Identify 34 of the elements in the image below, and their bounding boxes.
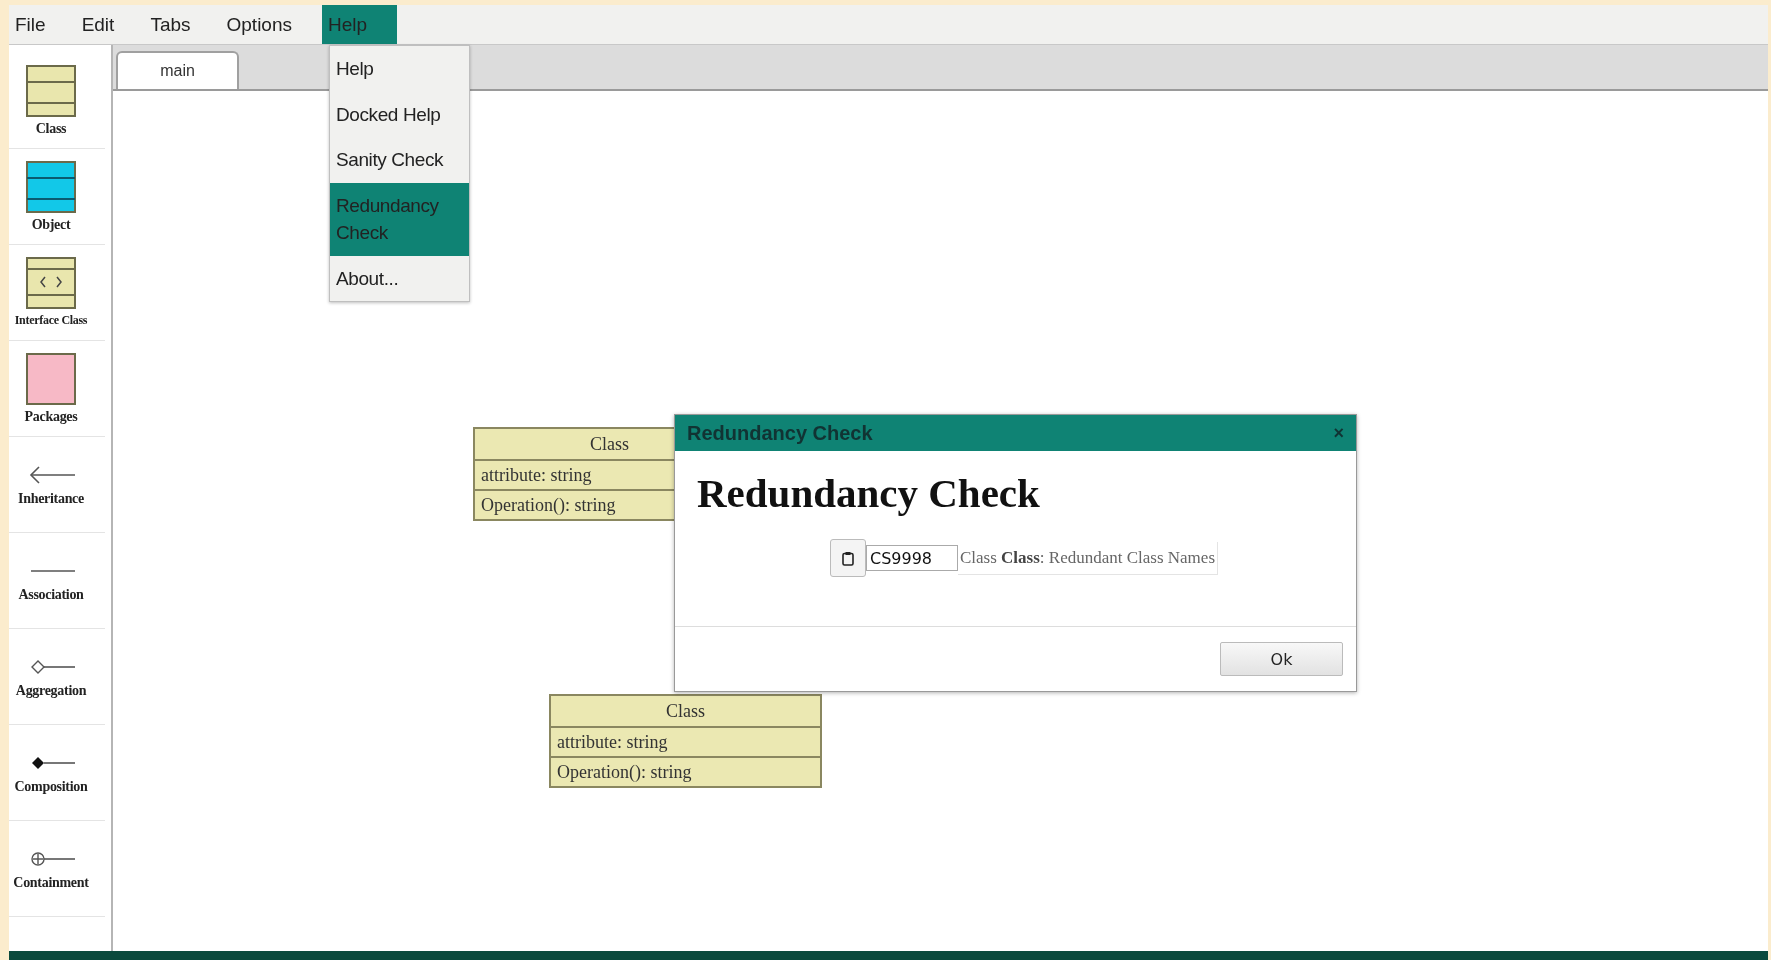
menu-item[interactable]: Tabs (144, 5, 221, 44)
palette-label: Association (18, 586, 84, 603)
menu-item[interactable]: Edit (75, 5, 145, 44)
class-box[interactable]: Class attribute: string Operation(): string (549, 694, 822, 788)
tab[interactable]: main (116, 51, 239, 89)
code-field[interactable]: CS9998 (866, 545, 958, 571)
palette-label: Packages (24, 408, 78, 425)
clipboard-icon (842, 550, 854, 566)
class-operation: Operation(): string (481, 494, 616, 516)
palette-label: Interface Class (14, 313, 88, 328)
object-icon (26, 160, 76, 213)
menu-option[interactable]: About... (330, 255, 469, 302)
interface-icon (26, 257, 76, 309)
ok-button[interactable]: Ok (1220, 642, 1343, 676)
class-name: Class (590, 433, 629, 455)
result-message: Class Class: Redundant Class Names (958, 541, 1218, 575)
class-attribute: attribute: string (557, 731, 668, 753)
palette-label: Composition (14, 778, 88, 795)
menu-option[interactable]: Sanity Check (330, 137, 469, 183)
palette-label: Class (35, 120, 67, 137)
menu-item[interactable]: Options (220, 5, 322, 44)
palette-label: Inheritance (18, 490, 84, 507)
copy-button[interactable] (830, 539, 866, 577)
menu-option[interactable]: Docked Help (330, 91, 469, 138)
class-name: Class (666, 700, 705, 722)
menu-item[interactable]: File (9, 5, 76, 44)
class-attribute: attribute: string (481, 464, 592, 486)
palette-label: Aggregation (15, 682, 87, 699)
palette-label: Containment (13, 874, 89, 891)
package-icon (26, 352, 76, 405)
class-operation: Operation(): string (557, 761, 692, 783)
palette-label: Object (31, 216, 71, 233)
class-icon (26, 64, 76, 117)
menu-option[interactable]: Help (330, 46, 469, 92)
